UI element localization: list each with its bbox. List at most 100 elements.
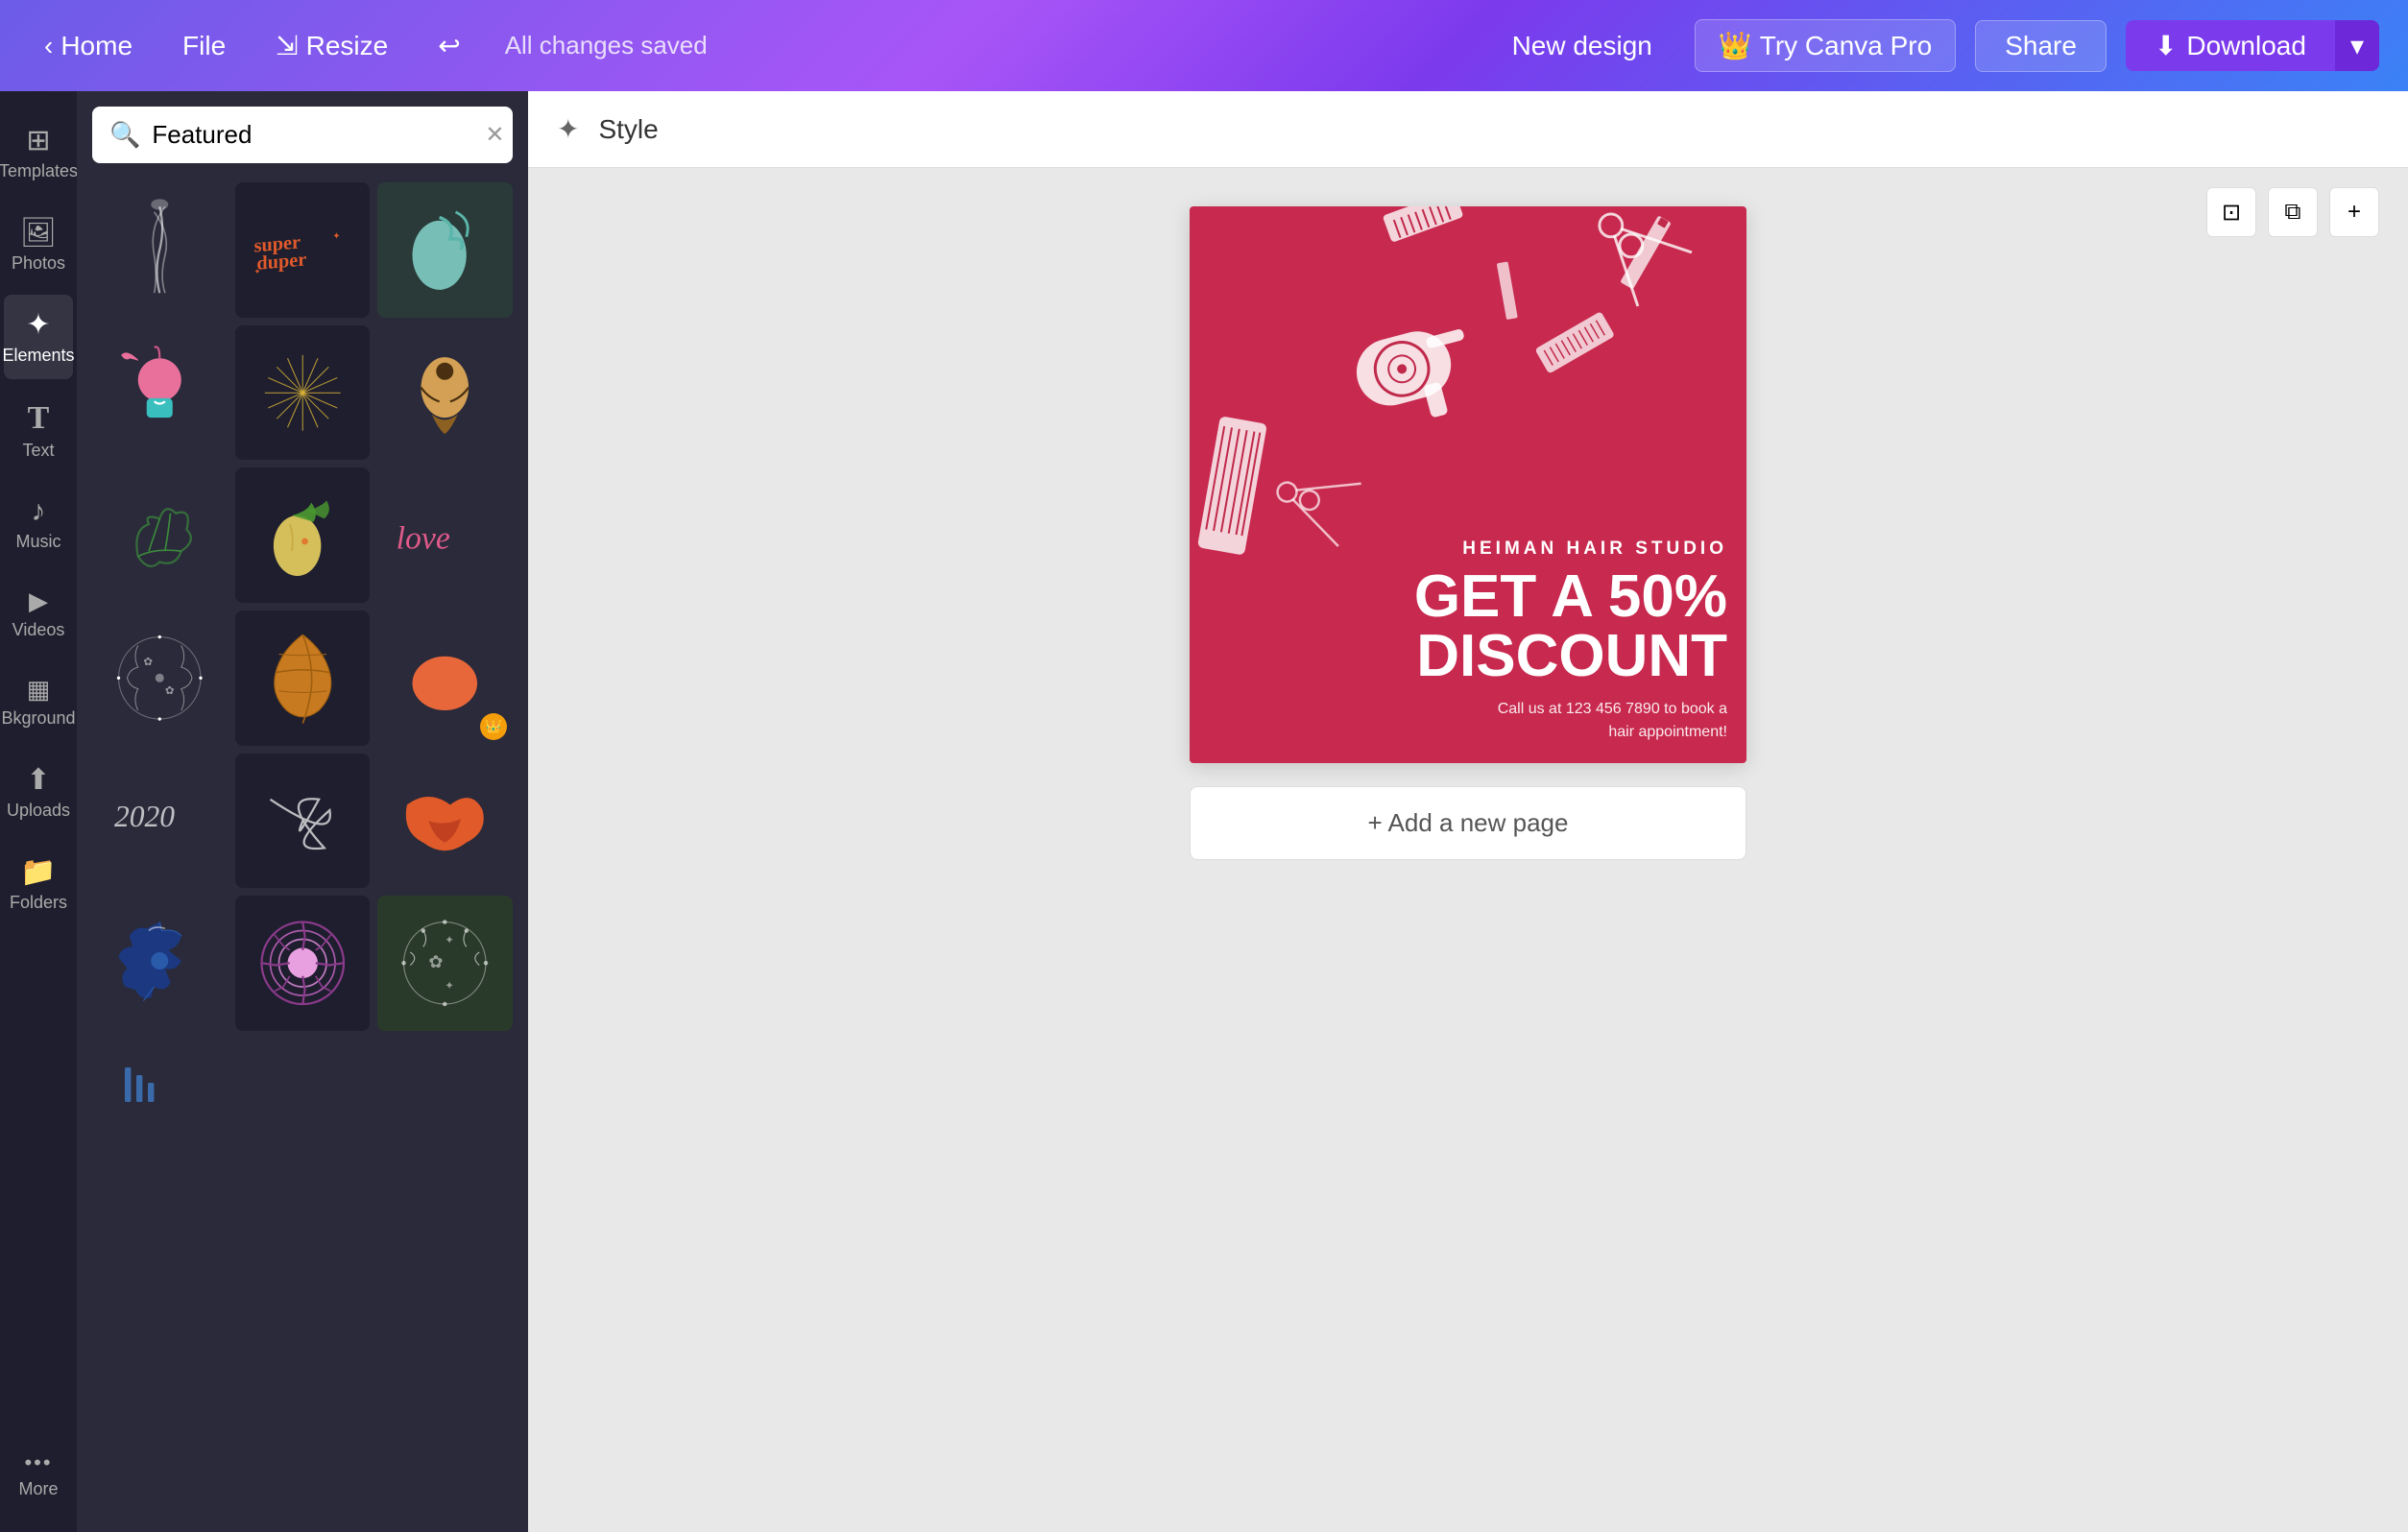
videos-icon: ▶	[29, 586, 48, 616]
crop-icon: ⊡	[2222, 199, 2241, 227]
canvas-controls: ⊡ ⧉ +	[2206, 187, 2379, 237]
svg-text:love: love	[397, 521, 450, 557]
elements-grid: super duper ✦ ✦	[92, 182, 513, 1135]
style-toolbar: ✦ Style	[528, 91, 2408, 168]
svg-text:✿: ✿	[143, 657, 152, 668]
try-pro-button[interactable]: 👑 Try Canva Pro	[1695, 19, 1956, 72]
sidebar-item-uploads[interactable]: ⬆ Uploads	[4, 750, 73, 834]
sidebar-item-photos[interactable]: 🖼 Photos	[4, 203, 73, 287]
uploads-icon: ⬆	[26, 763, 50, 797]
resize-icon: ⇲	[276, 30, 298, 61]
add-icon: +	[2348, 199, 2361, 226]
copy-icon: ⧉	[2284, 199, 2300, 226]
list-item[interactable]	[377, 754, 513, 889]
sidebar-item-elements[interactable]: ✦ Elements	[4, 295, 73, 379]
sidebar-item-text[interactable]: T Text	[4, 387, 73, 474]
list-item[interactable]	[377, 182, 513, 318]
list-item[interactable]	[92, 896, 228, 1031]
clear-search-button[interactable]: ✕	[485, 121, 504, 149]
text-label: Text	[22, 441, 54, 461]
crown-icon: 👑	[1719, 30, 1752, 61]
svg-text:✿: ✿	[165, 685, 174, 697]
design-canvas-wrapper: HEIMAN HAIR STUDIO GET A 50% DISCOUNT Ca…	[1190, 206, 1746, 860]
photos-label: Photos	[12, 253, 65, 274]
saved-status: All changes saved	[505, 31, 708, 60]
resize-button[interactable]: ⇲ Resize	[260, 20, 403, 71]
svg-text:✦: ✦	[445, 935, 454, 946]
svg-text:✿: ✿	[429, 952, 444, 971]
videos-label: Videos	[12, 620, 65, 640]
home-button[interactable]: ‹ Home	[29, 21, 148, 71]
list-item[interactable]: 2020	[92, 754, 228, 889]
svg-text:✦: ✦	[253, 268, 260, 276]
sidebar-item-background[interactable]: ▦ Bkground	[4, 661, 73, 742]
background-icon: ▦	[27, 675, 51, 705]
home-chevron-icon: ‹	[44, 31, 53, 61]
photos-icon: 🖼	[20, 216, 57, 250]
list-item[interactable]: 👑	[377, 610, 513, 746]
svg-text:duper: duper	[256, 249, 306, 274]
canvas-text-overlay: HEIMAN HAIR STUDIO GET A 50% DISCOUNT Ca…	[1209, 539, 1727, 744]
search-icon: 🔍	[109, 120, 140, 150]
download-group: ⬇ Download ▾	[2126, 20, 2379, 71]
sidebar-item-music[interactable]: ♪ Music	[4, 482, 73, 565]
list-item[interactable]: love	[377, 467, 513, 603]
list-item[interactable]	[235, 467, 371, 603]
canvas-illustration	[1190, 206, 1746, 568]
search-bar: 🔍 ✕	[92, 107, 513, 163]
uploads-label: Uploads	[7, 801, 70, 821]
list-item[interactable]	[377, 325, 513, 461]
sidebar-item-folders[interactable]: 📁 Folders	[4, 842, 73, 926]
new-design-button[interactable]: New design	[1489, 21, 1675, 71]
download-button[interactable]: ⬇ Download	[2126, 20, 2335, 71]
studio-name: HEIMAN HAIR STUDIO	[1209, 539, 1727, 560]
add-page-button[interactable]: + Add a new page	[1190, 786, 1746, 860]
svg-text:✦: ✦	[332, 231, 340, 242]
file-label: File	[182, 31, 226, 61]
more-icon: •••	[24, 1450, 52, 1475]
svg-text:2020: 2020	[114, 800, 175, 833]
undo-icon: ↩	[438, 30, 460, 61]
add-button[interactable]: +	[2329, 187, 2379, 237]
templates-icon: ⊞	[26, 124, 50, 157]
sidebar-item-videos[interactable]: ▶ Videos	[4, 573, 73, 654]
call-text: Call us at 123 456 7890 to book ahair ap…	[1209, 698, 1727, 744]
canvas-area: ✦ Style ⊡ ⧉ +	[528, 91, 2408, 1532]
list-item[interactable]	[92, 1039, 188, 1135]
more-label: More	[18, 1479, 58, 1499]
style-sparkle-icon: ✦	[557, 113, 579, 145]
list-item[interactable]	[92, 325, 228, 461]
download-icon: ⬇	[2155, 30, 2177, 61]
elements-icon: ✦	[26, 308, 50, 342]
search-input[interactable]	[152, 120, 473, 150]
list-item[interactable]	[235, 325, 371, 461]
music-label: Music	[15, 532, 60, 552]
file-button[interactable]: File	[167, 21, 241, 71]
list-item[interactable]	[235, 610, 371, 746]
list-item[interactable]	[235, 754, 371, 889]
elements-label: Elements	[2, 346, 74, 366]
list-item[interactable]: super duper ✦ ✦	[235, 182, 371, 318]
music-icon: ♪	[32, 495, 46, 528]
caret-down-icon: ▾	[2350, 31, 2364, 60]
download-caret-button[interactable]: ▾	[2335, 20, 2379, 71]
list-item[interactable]: ✿ ✿	[92, 610, 228, 746]
sidebar-item-more[interactable]: ••• More	[4, 1437, 73, 1513]
list-item[interactable]: ✿ ✦ ✦	[377, 896, 513, 1031]
top-navigation: ‹ Home File ⇲ Resize ↩ All changes saved…	[0, 0, 2408, 91]
templates-label: Templates	[0, 161, 78, 181]
list-item[interactable]	[92, 182, 228, 318]
undo-button[interactable]: ↩	[422, 20, 475, 71]
crop-button[interactable]: ⊡	[2206, 187, 2256, 237]
text-icon: T	[28, 400, 50, 437]
folders-label: Folders	[10, 893, 67, 913]
sidebar-item-templates[interactable]: ⊞ Templates	[4, 110, 73, 195]
resize-label: Resize	[306, 31, 389, 61]
background-label: Bkground	[1, 708, 75, 729]
elements-panel: 🔍 ✕ super duper ✦ ✦	[77, 91, 528, 1532]
design-canvas[interactable]: HEIMAN HAIR STUDIO GET A 50% DISCOUNT Ca…	[1190, 206, 1746, 763]
list-item[interactable]	[92, 467, 228, 603]
list-item[interactable]	[235, 896, 371, 1031]
copy-button[interactable]: ⧉	[2268, 187, 2318, 237]
share-button[interactable]: Share	[1975, 20, 2107, 72]
